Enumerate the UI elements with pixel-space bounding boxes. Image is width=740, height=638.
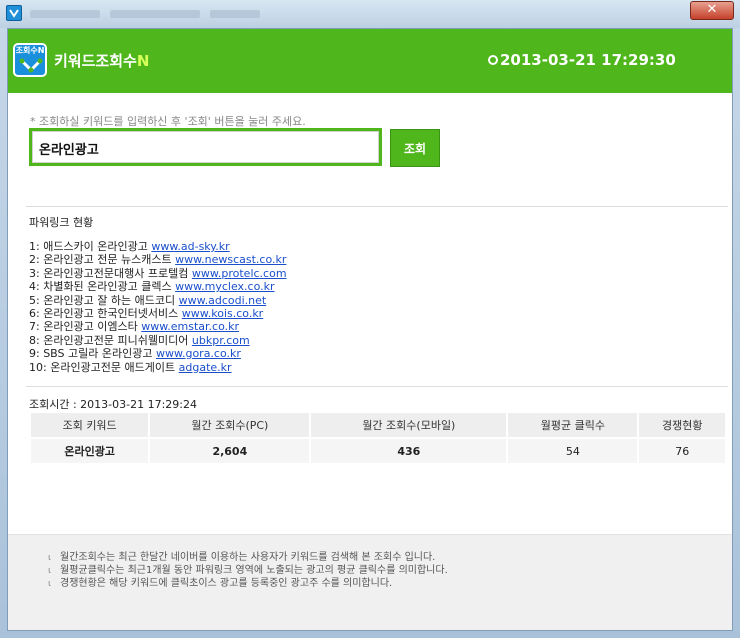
powerlink-url[interactable]: www.newscast.co.kr — [175, 253, 286, 266]
search-button[interactable]: 조회 — [390, 129, 440, 167]
clock-icon — [488, 55, 498, 65]
app-window: 조회수N 키워드조회수N 2013-03-21 17:29:30 * 조회하실 … — [7, 28, 733, 631]
list-item: 3: 온라인광고전문대행사 프로텔컴 www.protelc.com — [29, 267, 287, 280]
search-input[interactable] — [32, 131, 379, 163]
powerlink-url[interactable]: www.adcodi.net — [179, 294, 267, 307]
window-app-icon — [6, 5, 22, 21]
powerlink-label: 2: 온라인광고 전문 뉴스캐스트 — [29, 253, 172, 267]
note-text: 월평균클릭수는 최근1개월 동안 파워링크 영역에 노출되는 광고의 평균 클릭… — [60, 565, 448, 576]
datetime-display: 2013-03-21 17:29:30 — [488, 51, 676, 69]
query-time: 조회시간 : 2013-03-21 17:29:24 — [29, 398, 198, 411]
powerlink-label: 5: 온라인광고 잘 하는 애드코디 — [29, 293, 176, 307]
list-item: ι 월간조회수는 최근 한달간 네이버를 이용하는 사용자가 키워드를 검색해 본… — [48, 551, 448, 564]
divider — [26, 386, 728, 387]
powerlink-label: 1: 애드스카이 온라인광고 — [29, 240, 148, 253]
app-title-text: 키워드조회수 — [54, 52, 137, 70]
search-input-wrapper — [29, 128, 382, 166]
powerlink-url[interactable]: ubkpr.com — [192, 334, 250, 347]
powerlink-label: 7: 온라인광고 이엠스타 — [29, 320, 138, 334]
logo-label: 조회수N — [15, 46, 45, 55]
close-button[interactable]: ✕ — [690, 1, 734, 20]
app-title-suffix: N — [136, 52, 150, 70]
list-item: 9: SBS 고릴라 온라인광고 www.gora.co.kr — [29, 347, 287, 360]
list-item: 7: 온라인광고 이엠스타 www.emstar.co.kr — [29, 320, 287, 333]
note-text: 경쟁현황은 해당 키워드에 클릭초이스 광고를 등록중인 광고주 수를 의미합니… — [60, 578, 393, 589]
list-item: 10: 온라인광고전문 애드게이트 adgate.kr — [29, 361, 287, 374]
powerlink-url[interactable]: adgate.kr — [179, 361, 232, 374]
powerlink-label: 3: 온라인광고전문대행사 프로텔컴 — [29, 266, 189, 280]
list-item: ι 경쟁현황은 해당 키워드에 클릭초이스 광고를 등록중인 광고주 수를 의미합… — [48, 577, 448, 590]
powerlink-list: 1: 애드스카이 온라인광고 www.ad-sky.kr 2: 온라인광고 전문… — [29, 240, 287, 374]
powerlink-label: 10: 온라인광고전문 애드게이트 — [29, 360, 176, 374]
stats-table: 조회 키워드 월간 조회수(PC) 월간 조회수(모바일) 월평균 클릭수 경쟁… — [29, 411, 727, 465]
powerlink-url[interactable]: www.ad-sky.kr — [151, 240, 229, 253]
powerlink-url[interactable]: www.emstar.co.kr — [141, 320, 239, 333]
list-item: 4: 차별화된 온라인광고 클렉스 www.myclex.co.kr — [29, 280, 287, 293]
window-titlebar: ✕ — [0, 0, 740, 28]
list-item: 6: 온라인광고 한국인터넷서비스 www.kois.co.kr — [29, 307, 287, 320]
blurred-title-segment — [110, 10, 200, 18]
powerlink-label: 9: SBS 고릴라 온라인광고 — [29, 347, 153, 361]
bullet-icon: ι — [48, 579, 52, 589]
powerlink-label: 8: 온라인광고전문 피니쉬웰미디어 — [29, 333, 189, 347]
list-item: 5: 온라인광고 잘 하는 애드코디 www.adcodi.net — [29, 294, 287, 307]
table-header: 월간 조회수(PC) — [150, 413, 310, 437]
list-item: ι 월평균클릭수는 최근1개월 동안 파워링크 영역에 노출되는 광고의 평균 클… — [48, 564, 448, 577]
logo-check-mark — [19, 58, 43, 73]
divider — [26, 206, 728, 207]
app-title: 키워드조회수N — [54, 50, 149, 71]
powerlink-label: 4: 차별화된 온라인광고 클렉스 — [29, 280, 172, 294]
powerlink-url[interactable]: www.myclex.co.kr — [175, 280, 274, 293]
table-cell-clicks: 54 — [508, 439, 638, 463]
search-hint: * 조회하실 키워드를 입력하신 후 '조회' 버튼을 눌러 주세요. — [30, 115, 306, 128]
table-header: 월간 조회수(모바일) — [311, 413, 507, 437]
list-item: 8: 온라인광고전문 피니쉬웰미디어 ubkpr.com — [29, 334, 287, 347]
notes-list: ι 월간조회수는 최근 한달간 네이버를 이용하는 사용자가 키워드를 검색해 본… — [48, 551, 448, 590]
table-cell-pc: 2,604 — [150, 439, 310, 463]
blurred-title-segment — [30, 10, 100, 18]
powerlink-url[interactable]: www.kois.co.kr — [182, 307, 263, 320]
close-icon: ✕ — [706, 2, 718, 17]
datetime-text: 2013-03-21 17:29:30 — [500, 51, 676, 69]
note-text: 월간조회수는 최근 한달간 네이버를 이용하는 사용자가 키워드를 검색해 본 … — [60, 552, 436, 563]
powerlink-url[interactable]: www.gora.co.kr — [156, 347, 241, 360]
table-row: 온라인광고 2,604 436 54 76 — [31, 439, 725, 463]
app-logo-icon: 조회수N — [13, 43, 47, 77]
table-header: 월평균 클릭수 — [508, 413, 638, 437]
blurred-title-segment — [210, 10, 260, 18]
table-header: 경쟁현황 — [639, 413, 725, 437]
table-cell-mobile: 436 — [311, 439, 507, 463]
list-item: 2: 온라인광고 전문 뉴스캐스트 www.newscast.co.kr — [29, 253, 287, 266]
powerlink-url[interactable]: www.protelc.com — [192, 267, 287, 280]
table-header-row: 조회 키워드 월간 조회수(PC) 월간 조회수(모바일) 월평균 클릭수 경쟁… — [31, 413, 725, 437]
table-header: 조회 키워드 — [31, 413, 149, 437]
list-item: 1: 애드스카이 온라인광고 www.ad-sky.kr — [29, 240, 287, 253]
powerlink-section-title: 파워링크 현황 — [29, 216, 94, 229]
footer-notes: ι 월간조회수는 최근 한달간 네이버를 이용하는 사용자가 키워드를 검색해 본… — [8, 534, 732, 630]
app-header: 조회수N 키워드조회수N 2013-03-21 17:29:30 — [8, 29, 732, 93]
table-cell-competition: 76 — [639, 439, 725, 463]
table-cell-keyword: 온라인광고 — [31, 439, 149, 463]
powerlink-label: 6: 온라인광고 한국인터넷서비스 — [29, 306, 179, 320]
